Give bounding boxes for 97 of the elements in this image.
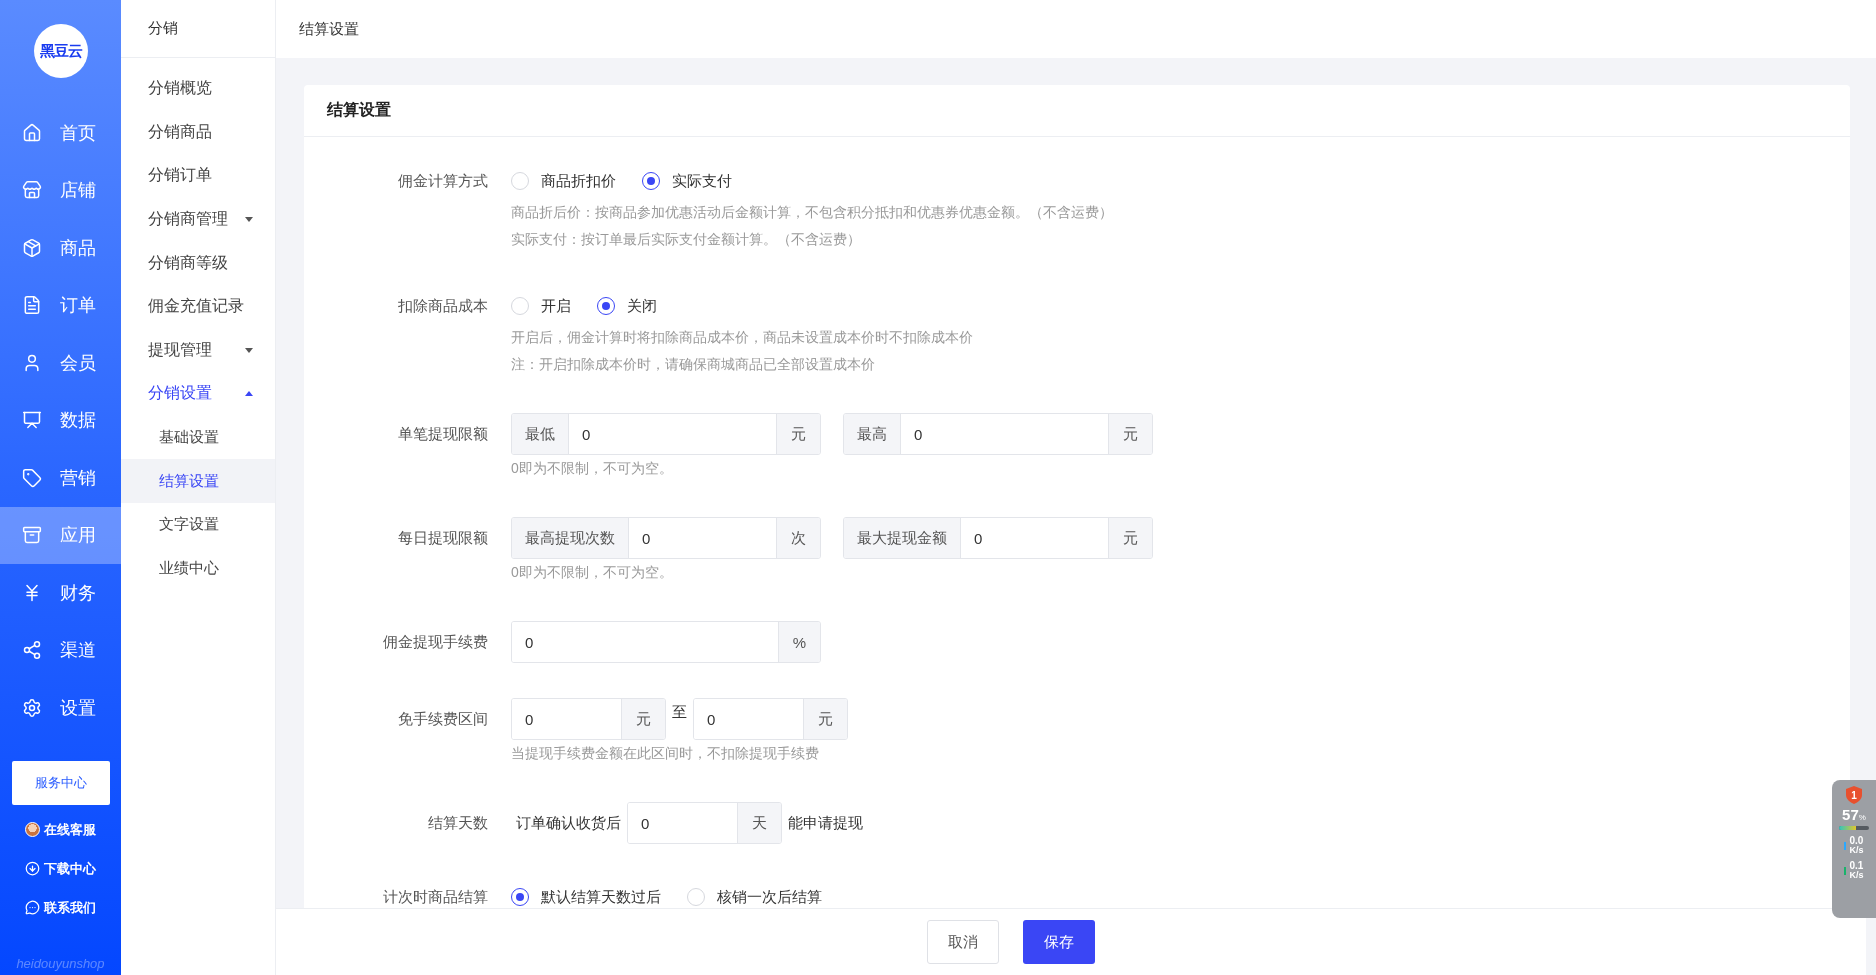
input-field[interactable]: 0 天 <box>627 802 782 844</box>
field-label: 佣金提现手续费 <box>382 632 488 652</box>
input-prefix: 最低 <box>512 414 568 454</box>
input-suffix: 元 <box>1109 414 1152 454</box>
save-button[interactable]: 保存 <box>1023 920 1095 964</box>
tag-icon <box>22 467 42 488</box>
input-prefix: 最高提现次数 <box>512 518 628 558</box>
support-link[interactable]: 下载中心 <box>25 857 96 880</box>
nav-item[interactable]: 订单 <box>0 276 121 334</box>
help-text: 实际支付：按订单最后实际支付金额计算。（不含运费） <box>511 230 862 249</box>
speed-unit: K/s <box>1849 846 1864 855</box>
radio-option[interactable]: 实际支付 <box>642 171 732 191</box>
package-icon <box>22 237 42 258</box>
user-icon <box>22 352 42 373</box>
help-text: 商品折后价：按商品参加优惠活动后金额计算，不包含积分抵扣和优惠券优惠金额。（不含运费） <box>511 203 1114 222</box>
logo: 黑豆云 <box>33 24 88 78</box>
input-suffix: 元 <box>777 414 820 454</box>
chart-icon <box>22 410 42 431</box>
nav-item[interactable]: 数据 <box>0 391 121 449</box>
input-field[interactable]: 0 元 <box>693 698 848 740</box>
speed-unit: K/s <box>1849 871 1864 880</box>
input-field[interactable]: 最高 0 元 <box>843 413 1153 455</box>
alert-badge: 1 <box>1846 786 1862 804</box>
brand-text: heidouyunshop <box>16 956 105 971</box>
nav-item[interactable]: 会员 <box>0 334 121 392</box>
nav-item[interactable]: 营销 <box>0 449 121 507</box>
submenu-item[interactable]: 分销概览 <box>121 67 275 111</box>
breadcrumb: 结算设置 <box>299 19 359 39</box>
field-text: 订单确认收货后 <box>516 813 621 833</box>
input-field[interactable]: 最高提现次数 0 次 <box>511 517 821 559</box>
field-label: 计次时商品结算 <box>382 887 488 907</box>
field-label: 佣金计算方式 <box>397 171 488 191</box>
submenu-item[interactable]: 文字设置 <box>121 502 275 547</box>
support-link[interactable]: 联系我们 <box>25 896 96 919</box>
input-suffix: 元 <box>622 699 665 739</box>
help-text: 0即为不限制，不可为空。 <box>511 563 674 582</box>
section-title: 分销 <box>121 0 275 58</box>
submenu-item[interactable]: 分销订单 <box>121 154 275 198</box>
submenu-item[interactable]: 分销商品 <box>121 110 275 155</box>
input-prefix: 最大提现金额 <box>844 518 960 558</box>
archive-icon <box>22 525 42 546</box>
submenu-item[interactable]: 基础设置 <box>121 415 275 460</box>
download-speed: 0.1 <box>1849 861 1864 870</box>
field-label: 扣除商品成本 <box>397 296 488 316</box>
field-label: 免手续费区间 <box>397 709 488 729</box>
input-suffix: 次 <box>777 518 820 558</box>
nav-item[interactable]: 商品 <box>0 219 121 277</box>
card-title: 结算设置 <box>327 100 391 120</box>
service-center-button[interactable]: 服务中心 <box>11 760 110 805</box>
support-link[interactable]: 在线客服 <box>25 818 96 841</box>
submenu-item[interactable]: 结算设置 <box>121 459 275 503</box>
field-text: 能申请提现 <box>788 813 863 833</box>
house-icon <box>22 122 42 143</box>
input-prefix: 最高 <box>844 414 900 454</box>
help-text: 开启后，佣金计算时将扣除商品成本价，商品未设置成本价时不扣除成本价 <box>511 328 974 347</box>
help-text: 注：开启扣除成本价时，请确保商城商品已全部设置成本价 <box>511 355 876 374</box>
cpu-unit: % <box>1858 813 1866 822</box>
nav-item[interactable]: 首页 <box>0 104 121 162</box>
store-icon <box>22 180 42 201</box>
cancel-button[interactable]: 取消 <box>927 920 999 964</box>
radio-option[interactable]: 商品折扣价 <box>511 171 616 191</box>
input-suffix: % <box>778 622 820 662</box>
input-suffix: 天 <box>738 803 781 843</box>
cpu-reading: 57 <box>1842 806 1859 823</box>
submenu-item[interactable]: 佣金充值记录 <box>121 284 275 329</box>
nav-item[interactable]: 店铺 <box>0 161 121 219</box>
cpu-meter <box>1839 826 1869 830</box>
settings-icon <box>22 697 42 718</box>
input-suffix: 元 <box>804 699 847 739</box>
input-field[interactable]: 0 % <box>511 621 821 663</box>
range-separator: 至 <box>672 703 687 722</box>
submenu-item[interactable]: 分销商等级 <box>121 241 275 285</box>
field-label: 单笔提现限额 <box>397 424 488 444</box>
help-text: 当提现手续费金额在此区间时，不扣除提现手续费 <box>511 744 820 763</box>
input-field[interactable]: 最大提现金额 0 元 <box>843 517 1153 559</box>
chat-icon <box>25 900 40 915</box>
avatar-icon <box>25 822 40 837</box>
input-field[interactable]: 0 元 <box>511 698 666 740</box>
field-label: 每日提现限额 <box>397 528 488 548</box>
submenu-item[interactable]: 业绩中心 <box>121 546 275 591</box>
nav-item[interactable]: 渠道 <box>0 621 121 679</box>
input-suffix: 元 <box>1109 518 1152 558</box>
share-icon <box>22 640 42 661</box>
radio-option[interactable]: 核销一次后结算 <box>687 887 822 907</box>
field-label: 结算天数 <box>427 813 488 833</box>
radio-option[interactable]: 关闭 <box>597 296 657 316</box>
document-icon <box>22 295 42 316</box>
help-text: 0即为不限制，不可为空。 <box>511 459 674 478</box>
nav-item[interactable]: 财务 <box>0 564 121 622</box>
input-field[interactable]: 最低 0 元 <box>511 413 821 455</box>
submenu-item[interactable]: 提现管理 <box>121 328 275 373</box>
submenu-item[interactable]: 分销商管理 <box>121 197 275 242</box>
radio-option[interactable]: 默认结算天数过后 <box>511 887 661 907</box>
upload-speed: 0.0 <box>1849 836 1864 845</box>
submenu-item[interactable]: 分销设置 <box>121 372 275 416</box>
nav-item[interactable]: 设置 <box>0 679 121 737</box>
radio-option[interactable]: 开启 <box>511 296 571 316</box>
